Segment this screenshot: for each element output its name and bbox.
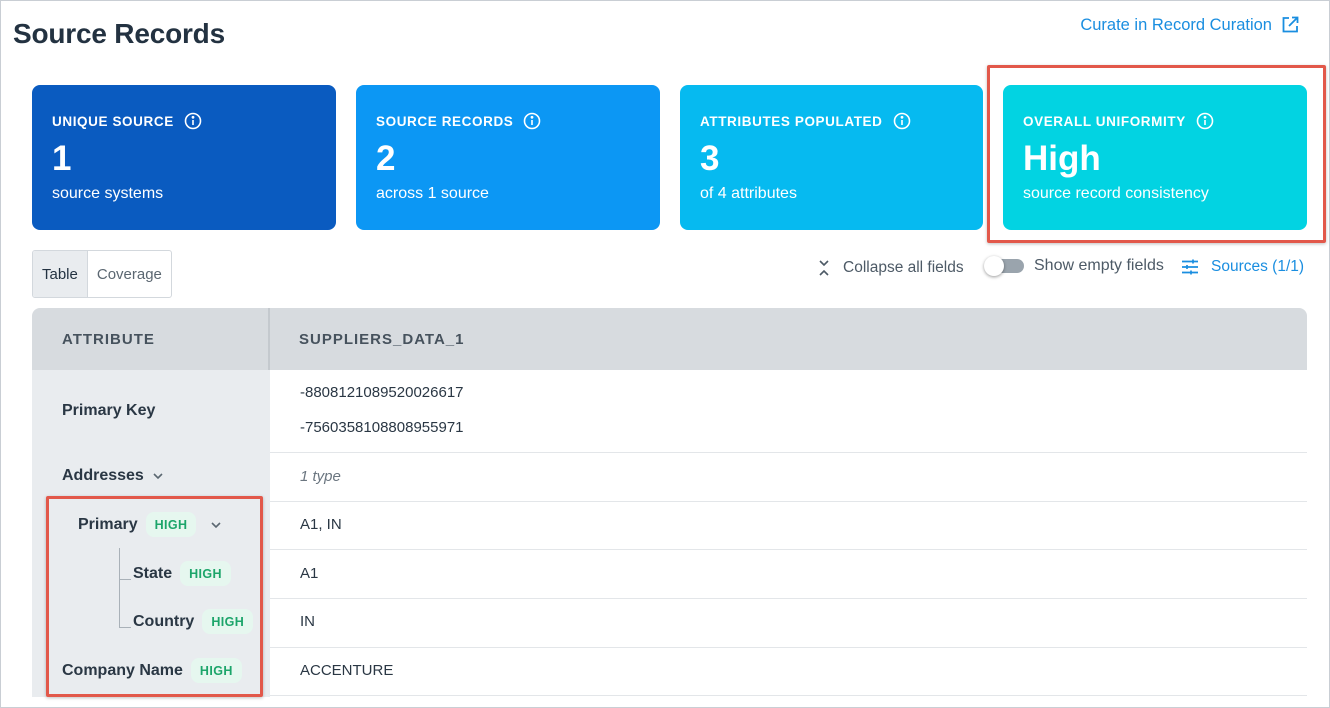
- attr-label: Primary: [78, 515, 138, 533]
- attr-state: State HIGH: [133, 561, 231, 586]
- card-value: 1: [52, 139, 72, 178]
- attr-company-name: Company Name HIGH: [62, 658, 242, 683]
- card-value: 3: [700, 139, 720, 178]
- cell-company-name: ACCENTURE: [300, 662, 394, 679]
- row-divider: [270, 695, 1307, 696]
- show-empty-fields-label: Show empty fields: [1034, 257, 1164, 274]
- info-icon[interactable]: [184, 112, 202, 130]
- cell-addresses: 1 type: [300, 468, 341, 485]
- card-value: High: [1023, 139, 1101, 178]
- card-subtitle: across 1 source: [376, 185, 489, 202]
- uniformity-badge: HIGH: [145, 512, 197, 537]
- curate-link-label: Curate in Record Curation: [1080, 15, 1272, 34]
- row-divider: [270, 598, 1307, 599]
- tree-connector: [119, 627, 131, 628]
- table-header: ATTRIBUTE SUPPLIERS_DATA_1: [32, 308, 1307, 370]
- attr-label: Addresses: [62, 467, 144, 484]
- row-divider: [270, 452, 1307, 453]
- info-icon[interactable]: [893, 112, 911, 130]
- card-title: OVERALL UNIFORMITY: [1023, 113, 1186, 129]
- info-icon[interactable]: [1196, 112, 1214, 130]
- uniformity-badge: HIGH: [202, 609, 254, 634]
- curate-link[interactable]: Curate in Record Curation: [1080, 15, 1300, 35]
- attr-label: Company Name: [62, 661, 183, 679]
- row-divider: [270, 549, 1307, 550]
- card-subtitle: of 4 attributes: [700, 185, 797, 202]
- tree-connector: [119, 548, 120, 628]
- cell-primary-key-1: -8808121089520026617: [300, 384, 464, 401]
- attr-primary-key: Primary Key: [62, 402, 155, 420]
- attributes-populated-card: ATTRIBUTES POPULATED 3 of 4 attributes: [680, 85, 983, 230]
- cell-primary-key-2: -7560358108808955971: [300, 419, 464, 436]
- row-divider: [270, 501, 1307, 502]
- external-link-icon: [1282, 16, 1299, 33]
- card-title: ATTRIBUTES POPULATED: [700, 113, 883, 129]
- card-value: 2: [376, 139, 396, 178]
- attr-addresses[interactable]: Addresses: [62, 467, 164, 485]
- column-header-attribute: ATTRIBUTE: [32, 308, 270, 370]
- row-divider: [270, 647, 1307, 648]
- column-header-source: SUPPLIERS_DATA_1: [299, 330, 465, 348]
- collapse-all-button[interactable]: Collapse all fields: [817, 258, 964, 278]
- attr-label: Country: [133, 612, 195, 630]
- chevron-down-icon[interactable]: [210, 519, 222, 531]
- card-title: SOURCE RECORDS: [376, 113, 514, 129]
- toggle-knob: [984, 256, 1004, 276]
- card-title: UNIQUE SOURCE: [52, 113, 174, 129]
- page-title: Source Records: [13, 18, 225, 49]
- cell-state: A1: [300, 565, 319, 582]
- sliders-icon: [1182, 259, 1198, 275]
- uniformity-badge: HIGH: [190, 658, 242, 683]
- info-icon[interactable]: [523, 112, 541, 130]
- show-empty-fields-toggle[interactable]: Show empty fields: [984, 256, 1164, 276]
- cell-primary: A1, IN: [300, 516, 342, 533]
- chevron-down-icon[interactable]: [152, 470, 164, 482]
- source-records-card: SOURCE RECORDS 2 across 1 source: [356, 85, 660, 230]
- cell-country: IN: [300, 613, 315, 630]
- tab-table[interactable]: Table: [33, 251, 88, 297]
- unique-source-card: UNIQUE SOURCE 1 source systems: [32, 85, 336, 230]
- attr-label: Primary Key: [62, 402, 156, 419]
- overall-uniformity-card: OVERALL UNIFORMITY High source record co…: [1003, 85, 1307, 230]
- sources-button[interactable]: Sources (1/1): [1181, 258, 1304, 276]
- toggle-switch[interactable]: [984, 256, 1024, 276]
- view-toggle: Table Coverage: [32, 250, 172, 298]
- card-subtitle: source record consistency: [1023, 185, 1209, 202]
- card-subtitle: source systems: [52, 185, 164, 202]
- attr-primary[interactable]: Primary HIGH: [78, 512, 222, 537]
- collapse-icon: [819, 260, 829, 276]
- uniformity-badge: HIGH: [180, 561, 231, 586]
- sources-label: Sources (1/1): [1211, 258, 1305, 275]
- tree-connector: [119, 579, 131, 580]
- collapse-all-label: Collapse all fields: [843, 259, 964, 276]
- tab-coverage[interactable]: Coverage: [88, 251, 171, 297]
- attr-label: State: [133, 564, 173, 582]
- attr-country: Country HIGH: [133, 609, 254, 634]
